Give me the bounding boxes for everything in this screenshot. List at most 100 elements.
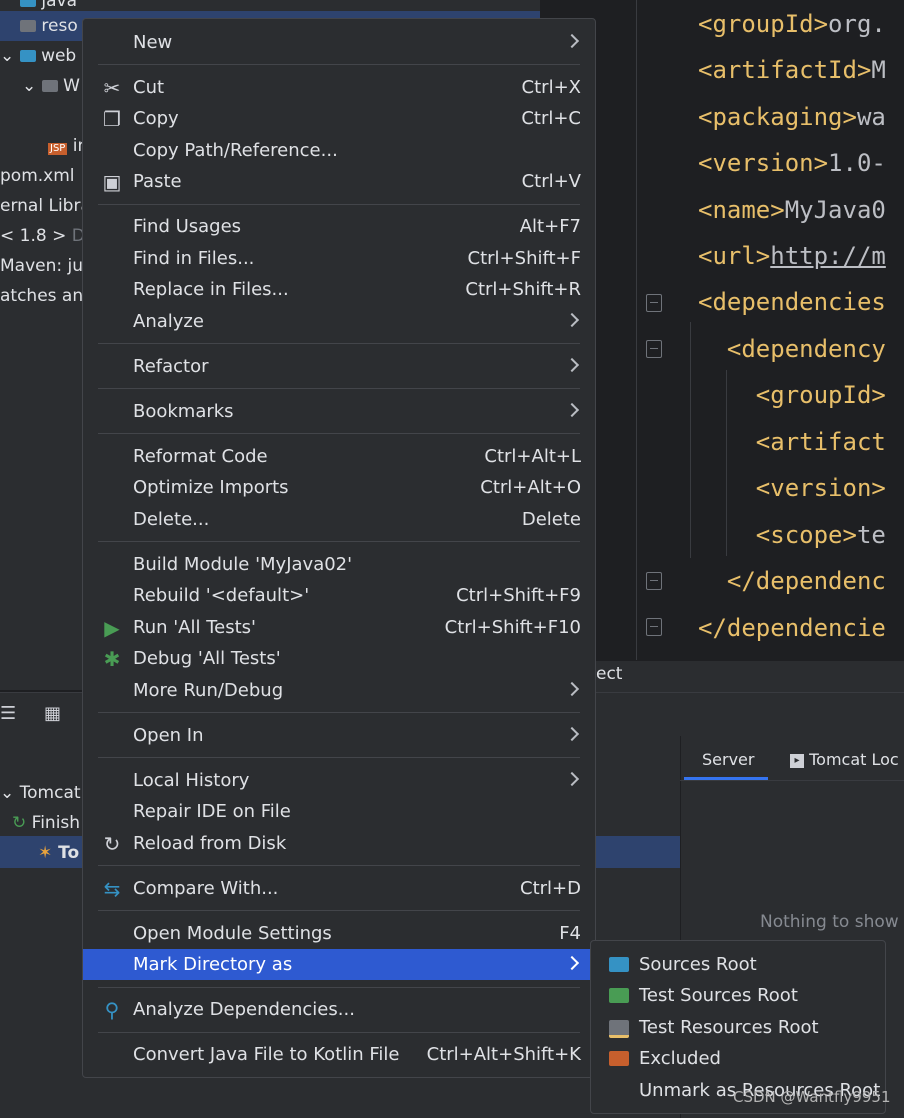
chevron-right-icon (564, 955, 580, 971)
tree-item-scratches[interactable]: atches and (0, 281, 94, 311)
fold-icon[interactable] (646, 294, 662, 312)
menu-separator (98, 1032, 580, 1033)
strip-text: ect (596, 664, 623, 684)
menu-item-rebuild[interactable]: Rebuild '<default>' Ctrl+Shift+F9 (83, 580, 595, 611)
rerun-icon: ↻ (12, 813, 27, 833)
compare-icon: ⇆ (103, 877, 121, 901)
menu-item-open-module-settings[interactable]: Open Module Settings F4 (83, 918, 595, 949)
tree-item-resources[interactable]: reso (20, 11, 78, 41)
excluded-folder-icon (609, 1051, 629, 1066)
menu-item-reformat-code[interactable]: Reformat Code Ctrl+Alt+L (83, 441, 595, 472)
submenu-item-sources-root[interactable]: Sources Root (591, 949, 885, 980)
code-line: <groupId> (698, 381, 886, 409)
chevron-right-icon (564, 681, 580, 697)
clipboard-icon: ▣ (102, 170, 122, 194)
chevron-down-icon: ⌄ (0, 783, 15, 803)
submenu-item-test-resources-root[interactable]: Test Resources Root (591, 1012, 885, 1043)
menu-item-build-module[interactable]: Build Module 'MyJava02' (83, 549, 595, 580)
chevron-right-icon (564, 312, 580, 328)
menu-item-local-history[interactable]: Local History (83, 765, 595, 796)
chevron-right-icon (564, 771, 580, 787)
fold-icon[interactable] (646, 572, 662, 590)
menu-separator (98, 987, 580, 988)
code-line: <artifactId>M (698, 56, 886, 84)
fold-icon[interactable] (646, 618, 662, 636)
code-line: <packaging>wa (698, 103, 886, 131)
menu-item-refactor[interactable]: Refactor (83, 351, 595, 382)
tree-item-webapp[interactable]: ⌄ web (0, 41, 76, 71)
code-line: <name>MyJava0 (698, 196, 886, 224)
menu-separator (98, 910, 580, 911)
code-line: </dependencie (698, 614, 886, 642)
run-icon: ▶ (104, 616, 120, 640)
menu-item-cut[interactable]: ✂ Cut Ctrl+X (83, 72, 595, 103)
sources-folder-icon (609, 957, 629, 972)
menu-item-find-in-files[interactable]: Find in Files... Ctrl+Shift+F (83, 243, 595, 274)
menu-item-repair-ide[interactable]: Repair IDE on File (83, 796, 595, 827)
menu-item-find-usages[interactable]: Find Usages Alt+F7 (83, 211, 595, 242)
tree-item-pom[interactable]: pom.xml (0, 161, 75, 191)
debug-icon: ✱ (103, 647, 121, 671)
chevron-down-icon: ⌄ (0, 46, 20, 66)
menu-item-mark-directory-as[interactable]: Mark Directory as (83, 949, 595, 980)
menu-item-more-run-debug[interactable]: More Run/Debug (83, 675, 595, 706)
jsp-icon: JSP (48, 143, 68, 155)
menu-item-optimize-imports[interactable]: Optimize Imports Ctrl+Alt+O (83, 472, 595, 503)
menu-separator (98, 343, 580, 344)
reload-icon: ↻ (103, 832, 121, 856)
tab-server[interactable]: Server (702, 746, 754, 774)
tree-item-external-libraries[interactable]: ernal Libra (0, 191, 91, 221)
menu-item-copy-path[interactable]: Copy Path/Reference... (83, 135, 595, 166)
menu-separator (98, 712, 580, 713)
folder-icon (20, 20, 36, 32)
empty-state-text: Nothing to show (760, 912, 899, 932)
menu-separator (98, 757, 580, 758)
group-by-icon[interactable]: ▦ (44, 703, 61, 724)
chevron-right-icon (564, 726, 580, 742)
menu-item-new[interactable]: New (83, 27, 595, 58)
services-finished[interactable]: ↻ Finish (12, 808, 80, 838)
menu-item-paste[interactable]: ▣ Paste Ctrl+V (83, 166, 595, 197)
chevron-right-icon (564, 33, 580, 49)
code-line: <url>http://m (698, 242, 886, 270)
tomcat-icon: ✶ (38, 843, 53, 863)
menu-item-copy[interactable]: ❐ Copy Ctrl+C (83, 103, 595, 134)
menu-item-reload-from-disk[interactable]: ↻ Reload from Disk (83, 828, 595, 859)
test-resources-folder-icon (609, 1020, 629, 1038)
chevron-right-icon (564, 357, 580, 373)
collapse-all-icon[interactable]: ☰ (0, 703, 16, 724)
tab-tomcat-log[interactable]: ▸ Tomcat Loc (790, 746, 899, 774)
menu-separator (98, 433, 580, 434)
menu-item-run-all-tests[interactable]: ▶ Run 'All Tests' Ctrl+Shift+F10 (83, 612, 595, 643)
fold-icon[interactable] (646, 340, 662, 358)
tree-item-maven-junit[interactable]: Maven: jur (0, 251, 90, 281)
submenu-item-test-sources-root[interactable]: Test Sources Root (591, 980, 885, 1011)
menu-item-debug-all-tests[interactable]: ✱ Debug 'All Tests' (83, 643, 595, 674)
menu-item-compare-with[interactable]: ⇆ Compare With... Ctrl+D (83, 873, 595, 904)
menu-separator (98, 64, 580, 65)
menu-item-analyze[interactable]: Analyze (83, 306, 595, 337)
console-icon: ▸ (790, 753, 804, 768)
copy-icon: ❐ (103, 107, 121, 131)
menu-item-analyze-dependencies[interactable]: ⚲ Analyze Dependencies... (83, 994, 595, 1025)
menu-separator (98, 865, 580, 866)
code-line: <dependencies (698, 288, 886, 316)
tree-item-jdk[interactable]: < 1.8 > D: (0, 221, 91, 251)
gutter-divider (636, 0, 637, 660)
code-line: <version>1.0- (698, 149, 886, 177)
analyze-dependencies-icon: ⚲ (104, 998, 120, 1022)
code-line: </dependenc (698, 567, 886, 595)
services-tomcat-instance[interactable]: ✶ To (38, 838, 79, 868)
menu-item-convert-to-kotlin[interactable]: Convert Java File to Kotlin File Ctrl+Alt… (83, 1039, 595, 1070)
code-line: <version> (698, 474, 886, 502)
code-line: <dependency (698, 335, 886, 363)
menu-item-replace-in-files[interactable]: Replace in Files... Ctrl+Shift+R (83, 274, 595, 305)
code-line: <groupId>org. (698, 10, 886, 38)
menu-item-delete[interactable]: Delete... Delete (83, 504, 595, 535)
menu-item-open-in[interactable]: Open In (83, 720, 595, 751)
tree-item-webinf[interactable]: ⌄ W (22, 71, 80, 101)
watermark: CSDN @Wantfly9951 (733, 1088, 891, 1106)
menu-item-bookmarks[interactable]: Bookmarks (83, 396, 595, 427)
submenu-item-excluded[interactable]: Excluded (591, 1043, 885, 1074)
menu-separator (98, 204, 580, 205)
